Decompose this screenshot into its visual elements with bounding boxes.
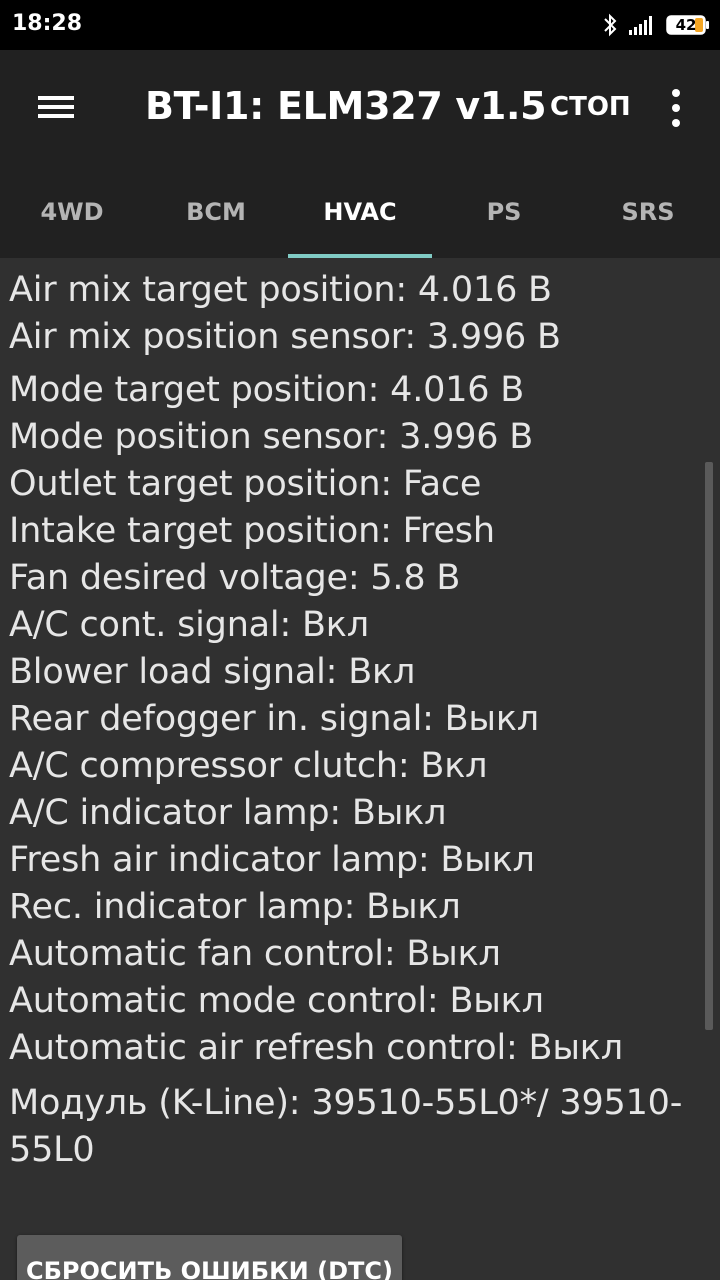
reset-dtc-label: СБРОСИТЬ ОШИБКИ (DTC) (26, 1257, 393, 1280)
param-ac-cont-signal: A/C cont. signal: Вкл (9, 605, 369, 645)
signal-icon (629, 16, 652, 35)
tab-hvac[interactable]: HVAC (288, 180, 432, 258)
tab-srs[interactable]: SRS (576, 180, 720, 258)
param-mode-sensor: Mode position sensor: 3.996 В (9, 417, 534, 457)
param-outlet-target: Outlet target position: Face (9, 464, 482, 504)
tab-ps[interactable]: PS (432, 180, 576, 258)
param-air-mix-sensor: Air mix position sensor: 3.996 В (9, 317, 561, 357)
more-vert-icon (672, 89, 680, 127)
scrollbar[interactable] (705, 462, 713, 1030)
battery-icon: 42 (666, 15, 710, 35)
status-icons: 42 (602, 13, 710, 37)
param-blower-load: Blower load signal: Вкл (9, 652, 416, 692)
param-ac-compressor: A/C compressor clutch: Вкл (9, 746, 488, 786)
tab-bar: 4WD BCM HVAC PS SRS (0, 180, 720, 258)
param-auto-air-refresh: Automatic air refresh control: Выкл (9, 1028, 623, 1068)
hamburger-menu-icon (38, 96, 74, 118)
app-title: BT-I1: ELM327 v1.5 (145, 84, 547, 128)
param-air-mix-target: Air mix target position: 4.016 В (9, 270, 552, 310)
module-info: Модуль (K-Line): 39510-55L0*/ 39510-55L0 (9, 1083, 683, 1170)
param-intake-target: Intake target position: Fresh (9, 511, 495, 551)
param-auto-mode: Automatic mode control: Выкл (9, 981, 544, 1021)
param-fresh-air-indicator: Fresh air indicator lamp: Выкл (9, 840, 535, 880)
parameter-list[interactable]: Air mix target position: 4.016 В Air mix… (0, 258, 720, 1280)
more-options-button[interactable] (656, 86, 696, 130)
status-time: 18:28 (12, 11, 83, 36)
param-mode-target: Mode target position: 4.016 В (9, 370, 525, 410)
param-rec-indicator: Rec. indicator lamp: Выкл (9, 887, 461, 927)
tab-4wd[interactable]: 4WD (0, 180, 144, 258)
status-bar: 18:28 42 (0, 0, 720, 50)
param-auto-fan: Automatic fan control: Выкл (9, 934, 501, 974)
param-rear-defogger: Rear defogger in. signal: Выкл (9, 699, 539, 739)
reset-dtc-button[interactable]: СБРОСИТЬ ОШИБКИ (DTC) (17, 1235, 402, 1280)
menu-button[interactable] (26, 82, 86, 132)
param-ac-indicator: A/C indicator lamp: Выкл (9, 793, 447, 833)
tab-bcm[interactable]: BCM (144, 180, 288, 258)
param-fan-voltage: Fan desired voltage: 5.8 В (9, 558, 461, 598)
app-bar: BT-I1: ELM327 v1.5 СТОП 4WD BCM HVAC PS … (0, 50, 720, 258)
battery-level: 42 (675, 16, 697, 34)
stop-button[interactable]: СТОП (550, 92, 631, 122)
bluetooth-icon (604, 13, 617, 37)
